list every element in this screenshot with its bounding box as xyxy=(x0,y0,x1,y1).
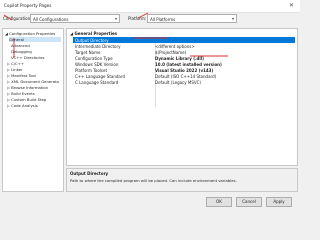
tree-item-general[interactable]: General xyxy=(9,37,61,42)
description-text: Path to where the compiled program will … xyxy=(70,178,237,183)
configuration-label: Configuration: xyxy=(3,16,32,21)
tree-item-c-cpp[interactable]: ▷ C/C++ xyxy=(7,61,24,66)
apply-button[interactable]: Apply xyxy=(266,197,292,207)
ok-button[interactable]: OK xyxy=(206,197,232,207)
configuration-toolbar: Configuration: All Configurations ▾ Plat… xyxy=(0,12,300,26)
chevron-down-icon: ▾ xyxy=(231,16,234,21)
property-value: Default (Legacy MSVC) xyxy=(155,79,201,85)
property-value: 10.0 (latest installed version) xyxy=(155,61,222,67)
close-icon[interactable]: ✕ xyxy=(289,2,294,9)
property-name: C++ Language Standard xyxy=(75,73,125,79)
property-name: Platform Toolset xyxy=(75,67,108,73)
property-name: C Language Standard xyxy=(75,79,119,85)
property-row-windows-sdk-version[interactable]: Windows SDK Version 10.0 (latest install… xyxy=(73,61,295,67)
description-panel: Output Directory Path to where the compi… xyxy=(66,168,298,192)
property-name: Output Directory xyxy=(75,37,109,43)
property-row-output-directory[interactable]: Output Directory xyxy=(73,37,295,43)
configuration-dropdown[interactable]: All Configurations ▾ xyxy=(30,14,120,23)
platform-dropdown[interactable]: All Platforms ▾ xyxy=(147,14,237,23)
tree-item-configuration-properties[interactable]: ◢ Configuration Properties xyxy=(5,31,55,36)
property-tree: ◢ Configuration Properties General Advan… xyxy=(2,28,64,192)
property-value: Dynamic Library (.dll) xyxy=(155,55,204,61)
property-value: <different options> xyxy=(155,43,195,49)
property-row-target-name[interactable]: Target Name $(ProjectName) xyxy=(73,49,295,55)
property-value: Visual Studio 2022 (v143) xyxy=(155,67,214,73)
property-name: Windows SDK Version xyxy=(75,61,119,67)
tree-item-custom-build-step[interactable]: ▷ Custom Build Step xyxy=(7,97,46,102)
configuration-value: All Configurations xyxy=(33,17,69,22)
property-value: Default (ISO C++14 Standard) xyxy=(155,73,217,79)
cancel-button[interactable]: Cancel xyxy=(236,197,262,207)
property-name: Intermediate Directory xyxy=(75,43,121,49)
tree-item-code-analysis[interactable]: ▷ Code Analysis xyxy=(7,103,38,108)
tree-item-build-events[interactable]: ▷ Build Events xyxy=(7,91,35,96)
platform-value: All Platforms xyxy=(150,17,176,22)
platform-label: Platform: xyxy=(128,16,147,21)
window-title: Copilot Property Pages xyxy=(4,3,52,8)
property-grid: ◢ General Properties Output Directory In… xyxy=(66,28,298,166)
property-row-intermediate-directory[interactable]: Intermediate Directory <different option… xyxy=(73,43,295,49)
property-row-platform-toolset[interactable]: Platform Toolset Visual Studio 2022 (v14… xyxy=(73,67,295,73)
chevron-down-icon: ▾ xyxy=(114,16,117,21)
tree-item-advanced[interactable]: Advanced xyxy=(11,43,30,48)
property-value: $(ProjectName) xyxy=(155,49,187,55)
property-row-configuration-type[interactable]: Configuration Type Dynamic Library (.dll… xyxy=(73,55,295,61)
description-heading: Output Directory xyxy=(70,171,109,176)
property-row-cpp-language-standard[interactable]: C++ Language Standard Default (ISO C++14… xyxy=(73,73,295,79)
property-row-c-language-standard[interactable]: C Language Standard Default (Legacy MSVC… xyxy=(73,79,295,85)
property-name: Configuration Type xyxy=(75,55,113,61)
tree-item-manifest-tool[interactable]: ▷ Manifest Tool xyxy=(7,73,36,78)
tree-item-debugging[interactable]: Debugging xyxy=(11,49,32,54)
tree-item-vc-directories[interactable]: VC++ Directories xyxy=(11,55,44,60)
tree-item-xml-document-generator[interactable]: ▷ XML Document Generato xyxy=(7,79,59,84)
tree-item-browse-information[interactable]: ▷ Browse Information xyxy=(7,85,48,90)
property-name: Target Name xyxy=(75,49,101,55)
tree-item-linker[interactable]: ▷ Linker xyxy=(7,67,23,72)
section-general-properties[interactable]: ◢ General Properties xyxy=(70,31,117,36)
